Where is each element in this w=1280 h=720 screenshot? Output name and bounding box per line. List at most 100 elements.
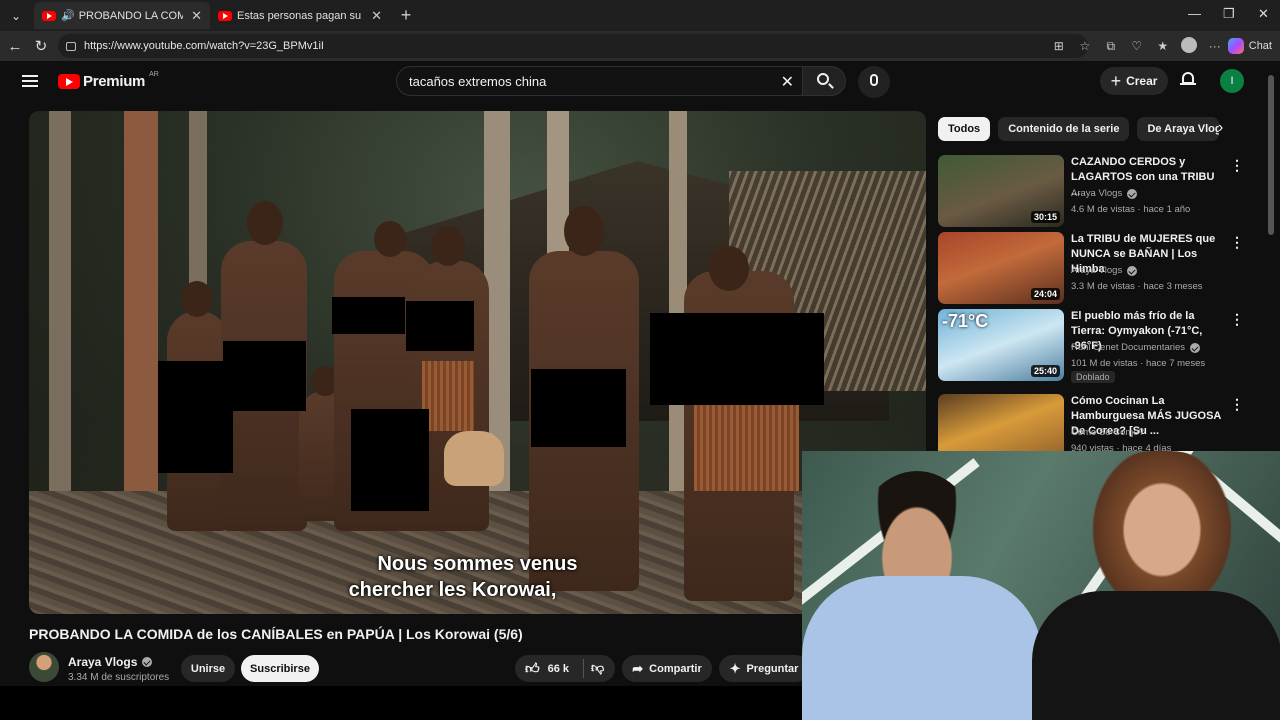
toolbar-icons: ⊞ ☆ ⧉ ♡ ★ ··· Chat xyxy=(1046,31,1280,61)
recommendation-channel-row: Araya Vlogs xyxy=(1071,188,1138,199)
person-head xyxy=(431,226,465,266)
url-field[interactable]: https://www.youtube.com/watch?v=23G_BPMv… xyxy=(58,34,1088,58)
recommendation-item[interactable]: 30:15 CAZANDO CERDOS y LAGARTOS con una … xyxy=(938,155,1244,227)
chip-series[interactable]: Contenido de la serie xyxy=(998,117,1130,141)
ask-label: Preguntar xyxy=(746,662,799,675)
thumbnail-temperature-text: -71°C xyxy=(942,311,989,331)
page-scrollbar[interactable] xyxy=(1268,75,1274,455)
channel-name-row[interactable]: Araya Vlogs xyxy=(68,655,153,669)
tab-title: PROBANDO LA COMIDA de los xyxy=(78,9,184,22)
voice-search-button[interactable] xyxy=(858,66,890,98)
more-actions-icon[interactable]: ⋮ xyxy=(1230,157,1244,174)
menu-hamburger-icon[interactable] xyxy=(22,75,38,87)
scrollbar-thumb[interactable] xyxy=(1268,75,1274,235)
profile-avatar-icon[interactable] xyxy=(1176,36,1202,56)
youtube-favicon-icon xyxy=(42,10,56,21)
copilot-chat-button[interactable]: Chat xyxy=(1227,38,1272,54)
chips-next-arrow-icon[interactable]: › xyxy=(1218,119,1223,137)
extensions-icon[interactable]: ⧉ xyxy=(1098,39,1124,54)
address-bar-row: ← ↻ https://www.youtube.com/watch?v=23G_… xyxy=(0,31,1280,61)
person-head xyxy=(181,281,213,317)
ask-button[interactable]: ✦ Preguntar xyxy=(719,655,809,682)
person-head xyxy=(564,206,604,256)
video-thumbnail[interactable]: 30:15 xyxy=(938,155,1064,227)
favorite-star-icon[interactable]: ☆ xyxy=(1072,39,1098,53)
tab-second-video[interactable]: Estas personas pagan su vida con ✕ xyxy=(210,2,390,29)
dog xyxy=(444,431,504,486)
duration-badge: 24:04 xyxy=(1030,288,1060,300)
close-tab-icon[interactable]: ✕ xyxy=(191,8,202,24)
logo-text: Premium xyxy=(83,73,146,90)
more-actions-icon[interactable]: ⋮ xyxy=(1230,234,1244,251)
dislike-thumb-icon[interactable]: 👎︎ xyxy=(591,660,604,676)
site-info-icon[interactable] xyxy=(66,41,76,51)
speaker-icon[interactable]: 🔊 xyxy=(61,9,75,22)
search-input[interactable]: tacaños extremos china ✕ xyxy=(396,66,803,96)
man-shirt xyxy=(802,576,1042,720)
performance-icon[interactable]: ♡ xyxy=(1124,39,1150,53)
censor-box xyxy=(158,361,233,473)
search-button[interactable] xyxy=(802,66,846,96)
youtube-favicon-icon xyxy=(218,10,232,21)
dubbed-badge: Doblado xyxy=(1071,371,1115,383)
minimize-icon[interactable]: — xyxy=(1188,6,1201,21)
duration-badge: 30:15 xyxy=(1030,211,1060,223)
video-thumbnail[interactable]: 24:04 xyxy=(938,232,1064,304)
back-arrow-icon[interactable]: ← xyxy=(2,38,28,55)
tab-actions-chevron-icon[interactable]: ⌄ xyxy=(2,4,30,28)
divider xyxy=(583,659,584,678)
recommendation-meta: 3.3 M de vistas · hace 3 meses xyxy=(1071,281,1203,292)
close-window-icon[interactable]: ✕ xyxy=(1258,6,1269,22)
app-install-icon[interactable]: ⊞ xyxy=(1046,39,1072,53)
more-actions-icon[interactable]: ⋮ xyxy=(1230,311,1244,328)
microphone-icon xyxy=(870,74,878,86)
account-avatar[interactable]: I xyxy=(1220,69,1244,93)
verified-check-icon xyxy=(1127,188,1138,199)
chip-all[interactable]: Todos xyxy=(938,117,991,141)
favorites-list-icon[interactable]: ★ xyxy=(1150,39,1176,53)
more-actions-icon[interactable]: ⋮ xyxy=(1230,396,1244,413)
video-thumbnail[interactable]: -71°C 25:40 xyxy=(938,309,1064,381)
search-icon xyxy=(817,73,829,85)
share-label: Compartir xyxy=(649,662,702,675)
like-thumb-icon[interactable]: 👍︎ xyxy=(525,660,540,677)
close-tab-icon[interactable]: ✕ xyxy=(371,8,382,24)
clear-search-icon[interactable]: ✕ xyxy=(781,72,794,92)
create-label: Crear xyxy=(1126,74,1158,88)
recommendation-item[interactable]: -71°C 25:40 El pueblo más frío de la Tie… xyxy=(938,309,1244,383)
grass-skirt xyxy=(694,401,799,491)
subscriber-count: 3.34 M de suscriptores xyxy=(68,672,170,683)
more-options-icon[interactable]: ··· xyxy=(1202,39,1228,53)
notifications-bell-icon[interactable] xyxy=(1180,72,1196,88)
channel-avatar[interactable] xyxy=(29,652,59,682)
lower-dark-area xyxy=(0,686,802,720)
filter-chips: Todos Contenido de la serie De Araya Vlo… xyxy=(938,117,1227,143)
recommendation-item[interactable]: 24:04 La TRIBU de MUJERES que NUNCA se B… xyxy=(938,232,1244,304)
recommendation-channel: Araya Vlogs xyxy=(1071,188,1123,199)
like-count[interactable]: 66 k xyxy=(548,663,569,675)
join-button[interactable]: Unirse xyxy=(181,655,235,682)
reload-icon[interactable]: ↻ xyxy=(28,37,54,55)
copilot-logo-icon xyxy=(1227,38,1244,54)
browser-tab-bar: ⌄ 🔊 PROBANDO LA COMIDA de los ✕ Estas pe… xyxy=(0,0,1280,31)
plus-icon: + xyxy=(1110,70,1122,91)
video-player[interactable]: Nous sommes venus chercher les Korowai, xyxy=(29,111,926,614)
censor-box xyxy=(223,341,306,411)
recommendation-meta: 101 M de vistas · hace 7 meses xyxy=(1071,358,1206,369)
chip-channel[interactable]: De Araya Vlogs xyxy=(1137,117,1220,141)
censor-box xyxy=(351,409,429,511)
duration-badge: 25:40 xyxy=(1030,365,1060,377)
recommendation-meta: 4.6 M de vistas · hace 1 año xyxy=(1071,204,1191,215)
maximize-icon[interactable]: ❐ xyxy=(1223,6,1235,22)
youtube-premium-logo[interactable]: Premium AR xyxy=(58,71,159,90)
share-button[interactable]: ➦ Compartir xyxy=(622,655,712,682)
create-button[interactable]: + Crear xyxy=(1100,67,1168,95)
subscribe-button[interactable]: Suscribirse xyxy=(241,655,319,682)
subtitle-line-1: Nous sommes venus xyxy=(377,553,578,575)
search-query: tacaños extremos china xyxy=(409,73,547,89)
country-code: AR xyxy=(149,71,159,78)
recommendation-channel: Ruhi Cenet Documentaries xyxy=(1071,342,1186,353)
new-tab-plus-icon[interactable]: + xyxy=(394,5,418,26)
tab-active-video[interactable]: 🔊 PROBANDO LA COMIDA de los ✕ xyxy=(34,2,210,29)
censor-box xyxy=(531,369,626,447)
